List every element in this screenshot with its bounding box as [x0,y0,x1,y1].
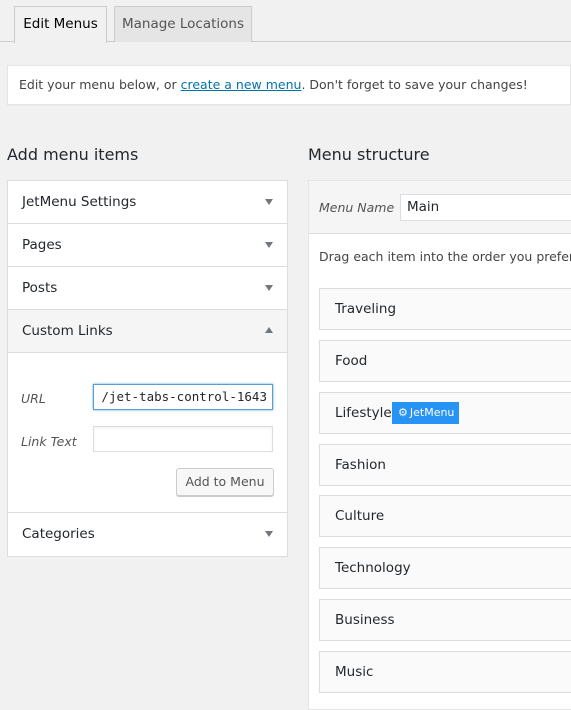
menu-item-label: Culture [335,508,385,524]
notice-text-before: Edit your menu below, or [19,77,181,92]
add-to-menu-button[interactable]: Add to Menu [176,468,274,496]
menu-item-label: Food [335,353,368,369]
accordion-posts[interactable]: Posts [8,267,287,310]
gear-icon: ⚙ [398,406,408,419]
accordion-label: Pages [22,237,62,253]
menu-structure-heading: Menu structure [308,145,430,164]
accordion-label: Custom Links [22,323,113,339]
url-label: URL [21,391,46,406]
custom-links-panel: URL /jet-tabs-control-1643 Link Text Add… [8,353,287,513]
notice-text-after: . Don't forget to save your changes! [301,77,528,92]
menu-item-label: Fashion [335,457,386,473]
menu-item-label: Traveling [335,301,397,317]
accordion-label: Categories [22,526,95,542]
tab-manage-locations[interactable]: Manage Locations [114,6,252,42]
chevron-up-icon [265,327,273,333]
menu-name-input[interactable]: Main [400,194,571,221]
menu-item-food[interactable]: Food [319,340,571,382]
notice-bar: Edit your menu below, or create a new me… [7,65,571,105]
accordion-jetmenu-settings[interactable]: JetMenu Settings [8,181,287,224]
link-text-input[interactable] [93,426,273,452]
accordion-custom-links[interactable]: Custom Links [8,310,287,353]
menu-item-label: Technology [335,560,411,576]
menu-structure-panel: Menu Name Main Drag each item into the o… [308,180,571,710]
menu-item-traveling[interactable]: Traveling [319,288,571,330]
menu-item-label: Business [335,612,395,628]
accordion-pages[interactable]: Pages [8,224,287,267]
link-text-label: Link Text [21,434,77,449]
menu-item-fashion[interactable]: Fashion [319,444,571,486]
menu-item-label: Lifestyle [335,405,392,421]
accordion-label: JetMenu Settings [22,194,137,210]
chevron-down-icon [265,199,273,205]
menu-item-music[interactable]: Music [319,651,571,693]
chevron-down-icon [265,285,273,291]
menu-item-technology[interactable]: Technology [319,547,571,589]
menu-item-label: Music [335,664,374,680]
menu-item-lifestyle[interactable]: Lifestyle ⚙ JetMenu [319,392,571,434]
jetmenu-badge[interactable]: ⚙ JetMenu [392,402,459,424]
tab-edit-menus[interactable]: Edit Menus [14,6,107,43]
jetmenu-badge-label: JetMenu [409,406,455,419]
menu-name-row: Menu Name Main [309,181,571,234]
menu-item-culture[interactable]: Culture [319,495,571,537]
menu-name-label: Menu Name [319,200,395,215]
accordion-label: Posts [22,280,58,296]
add-menu-items-heading: Add menu items [7,145,139,164]
menu-item-business[interactable]: Business [319,599,571,641]
create-new-menu-link[interactable]: create a new menu [181,77,302,92]
add-menu-items-accordion: JetMenu Settings Pages Posts Custom Link… [7,180,288,557]
accordion-categories[interactable]: Categories [8,513,287,556]
chevron-down-icon [265,242,273,248]
url-input[interactable]: /jet-tabs-control-1643 [93,384,273,410]
chevron-down-icon [265,531,273,537]
drag-hint-text: Drag each item into the order you prefer… [319,249,571,264]
nav-tabs: Edit Menus Manage Locations [0,0,571,43]
